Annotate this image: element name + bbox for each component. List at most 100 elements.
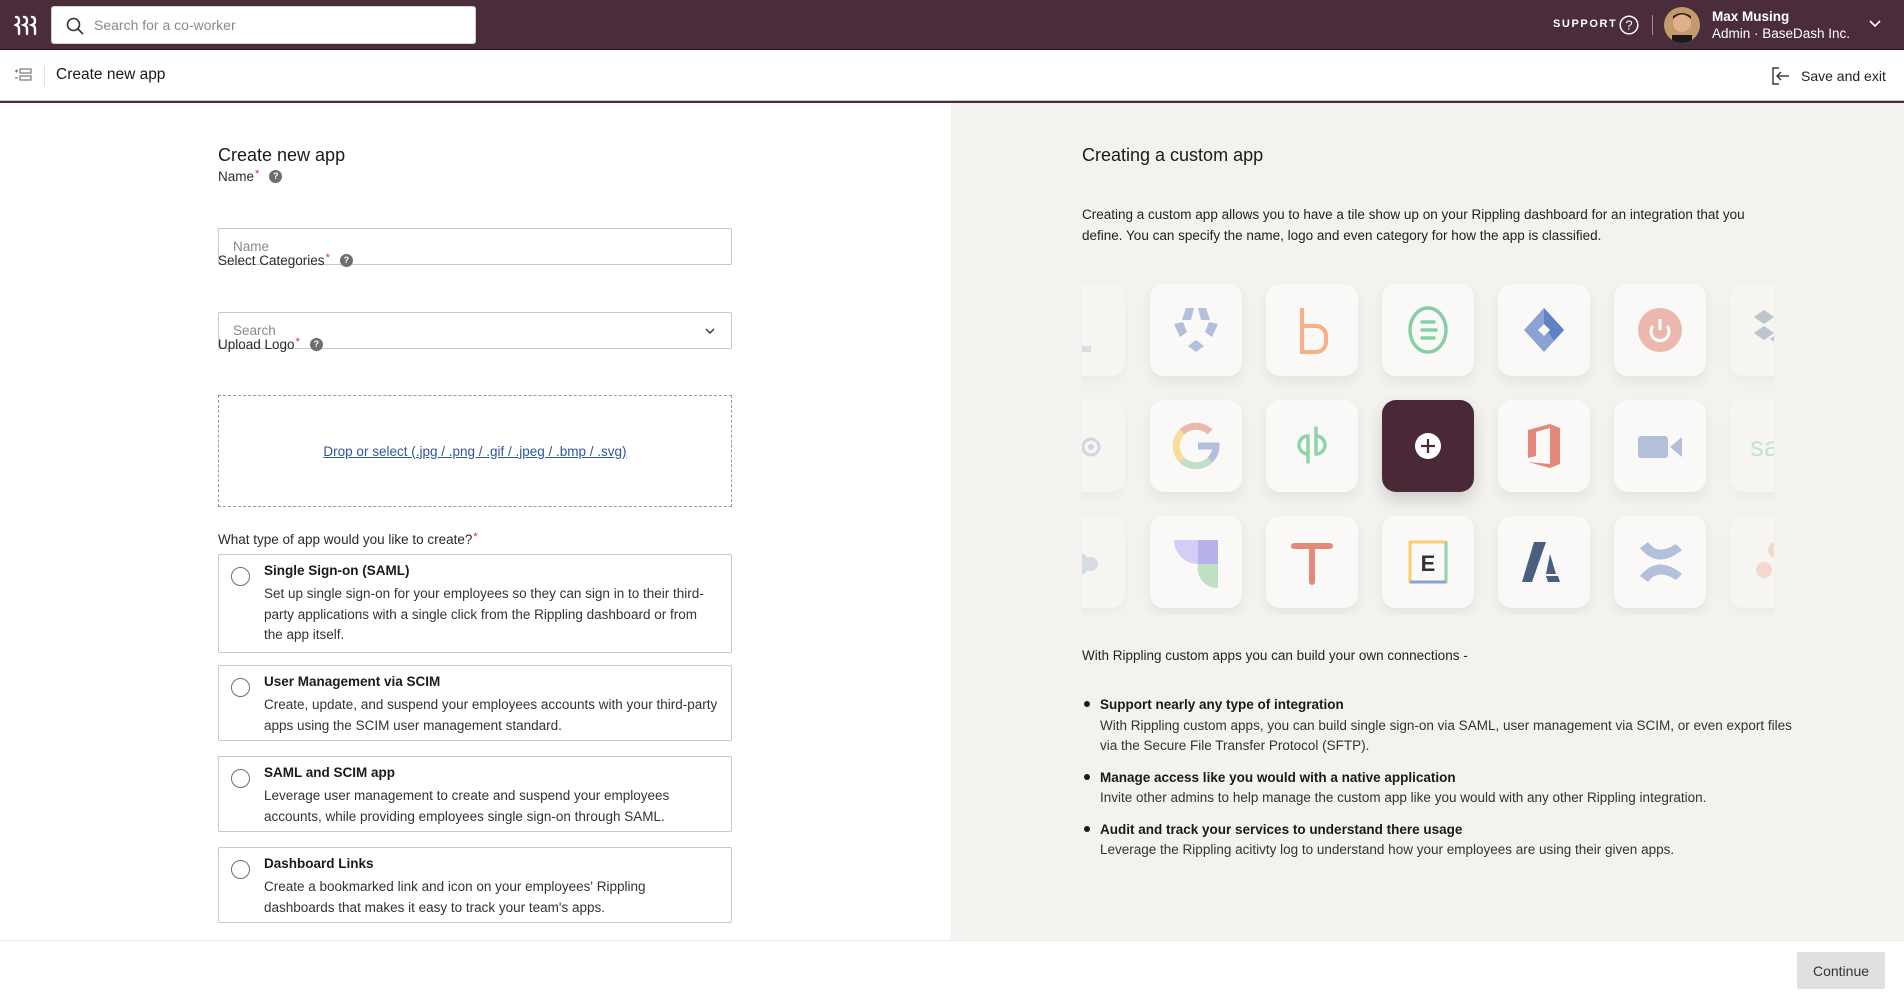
divider	[44, 66, 45, 86]
feature-title: Audit and track your services to underst…	[1100, 821, 1463, 837]
save-and-exit-button[interactable]: Save and exit	[1772, 63, 1886, 89]
toptal-icon	[1291, 543, 1333, 585]
auth0-icon	[1174, 308, 1218, 352]
option-description: Create, update, and suspend your employe…	[264, 697, 718, 733]
option-title: Dashboard Links	[264, 856, 374, 871]
chevron-down-icon[interactable]	[1869, 19, 1881, 29]
feature-description: Leverage the Rippling acitivty log to un…	[1100, 842, 1675, 857]
expensify-icon: E	[1408, 540, 1448, 584]
cloud-icon	[1082, 553, 1098, 575]
create-app-form: Create new app Name * ? Select Categorie…	[0, 103, 951, 940]
app-tile-grid: ro sa E	[1082, 275, 1774, 615]
radio-button[interactable]	[231, 860, 250, 879]
app-tile: ro	[1082, 400, 1125, 492]
logo-dropzone[interactable]: Drop or select (.jpg / .png / .gif / .jp…	[218, 395, 732, 507]
radio-button[interactable]	[231, 567, 250, 586]
user-name[interactable]: Max Musing	[1712, 9, 1789, 24]
asana-icon	[1756, 542, 1774, 578]
confluence-icon	[1640, 542, 1682, 582]
divider	[1652, 15, 1653, 35]
pro-logo-icon: ro	[1082, 437, 1101, 457]
greenhouse-icon	[1408, 306, 1448, 354]
adobe-icon	[1522, 542, 1560, 582]
required-marker: *	[295, 335, 300, 348]
add-custom-app-tile[interactable]	[1382, 400, 1474, 492]
jira-icon	[1524, 308, 1564, 352]
save-and-exit-label: Save and exit	[1801, 68, 1886, 84]
app-tile	[1082, 284, 1125, 376]
add-custom-app-icon	[1415, 433, 1441, 459]
app-type-option-saml-scim[interactable]: SAML and SCIM app Leverage user manageme…	[218, 756, 732, 832]
office-icon	[1528, 424, 1560, 468]
app-tile	[1082, 516, 1125, 608]
feature-item: Support nearly any type of integration W…	[1082, 695, 1802, 757]
app-tile	[1498, 400, 1590, 492]
app-tile	[1150, 400, 1242, 492]
required-marker: *	[325, 251, 330, 264]
app-type-label: What type of app would you like to creat…	[218, 530, 478, 548]
dropbox-icon	[1754, 310, 1774, 342]
feature-item: Manage access like you would with a nati…	[1082, 768, 1802, 809]
exit-icon	[1772, 67, 1789, 85]
collapse-menu-icon[interactable]	[14, 68, 32, 82]
app-tile	[1266, 516, 1358, 608]
coworker-search[interactable]	[51, 6, 476, 44]
drop-or-select-link[interactable]: Drop or select (.jpg / .png / .gif / .jp…	[323, 444, 626, 459]
categories-label: Select Categories * ?	[218, 251, 353, 268]
app-tile	[1614, 284, 1706, 376]
toggl-icon	[1638, 308, 1682, 352]
top-navigation-bar: SUPPORT ? Max Musing Admin · BaseDash In…	[0, 0, 1904, 50]
feature-description: Invite other admins to help manage the c…	[1100, 790, 1707, 805]
app-tile	[1498, 516, 1590, 608]
quickbooks-icon	[1297, 426, 1327, 464]
user-role: Admin · BaseDash Inc.	[1712, 26, 1851, 41]
app-tile	[1150, 516, 1242, 608]
app-tile: E	[1382, 516, 1474, 608]
option-description: Create a bookmarked link and icon on you…	[264, 879, 646, 915]
page-title: Create new app	[56, 66, 166, 83]
info-title: Creating a custom app	[1082, 145, 1264, 165]
search-icon	[66, 17, 84, 35]
partial-logo-icon	[1082, 346, 1091, 352]
required-marker: *	[473, 530, 478, 543]
help-icon[interactable]: ?	[269, 170, 283, 183]
radio-button[interactable]	[231, 678, 250, 697]
option-title: Single Sign-on (SAML)	[264, 563, 410, 578]
sage-icon: sa	[1750, 431, 1774, 462]
required-marker: *	[255, 167, 260, 180]
continue-button[interactable]: Continue	[1797, 952, 1885, 989]
app-tile	[1730, 516, 1774, 608]
app-type-label-text: What type of app would you like to creat…	[218, 532, 473, 547]
app-tile	[1498, 284, 1590, 376]
option-description: Leverage user management to create and s…	[264, 788, 670, 824]
feature-title: Manage access like you would with a nati…	[1100, 769, 1456, 785]
radio-button[interactable]	[231, 769, 250, 788]
app-tile: sa	[1730, 400, 1774, 492]
info-panel: Creating a custom app Creating a custom …	[951, 103, 1904, 940]
name-label-text: Name	[218, 169, 255, 184]
info-intro: Creating a custom app allows you to have…	[1082, 207, 1745, 243]
feature-item: Audit and track your services to underst…	[1082, 820, 1802, 861]
svg-text:?: ?	[1625, 18, 1632, 33]
zoom-icon	[1638, 436, 1682, 458]
coworker-search-input[interactable]	[94, 7, 464, 43]
rippling-logo-icon[interactable]	[14, 14, 38, 36]
option-description: Set up single sign-on for your employees…	[264, 586, 704, 642]
help-circle-icon[interactable]: ?	[1619, 15, 1639, 35]
app-tile	[1730, 284, 1774, 376]
feature-title: Support nearly any type of integration	[1100, 697, 1344, 712]
help-icon[interactable]: ?	[309, 338, 323, 351]
page-header: Create new app Save and exit	[0, 51, 1904, 100]
app-tile	[1150, 284, 1242, 376]
google-icon	[1172, 422, 1220, 470]
app-type-option-scim[interactable]: User Management via SCIM Create, update,…	[218, 665, 732, 741]
app-tile	[1614, 400, 1706, 492]
app-type-option-saml[interactable]: Single Sign-on (SAML) Set up single sign…	[218, 554, 732, 653]
app-type-option-dashboard-links[interactable]: Dashboard Links Create a bookmarked link…	[218, 847, 732, 923]
chevron-down-icon[interactable]	[705, 327, 715, 335]
support-link[interactable]: SUPPORT	[1553, 18, 1617, 30]
figma-icon	[1174, 540, 1218, 589]
help-icon[interactable]: ?	[339, 254, 353, 267]
avatar-photo-icon	[1664, 7, 1700, 43]
avatar[interactable]	[1664, 7, 1700, 43]
